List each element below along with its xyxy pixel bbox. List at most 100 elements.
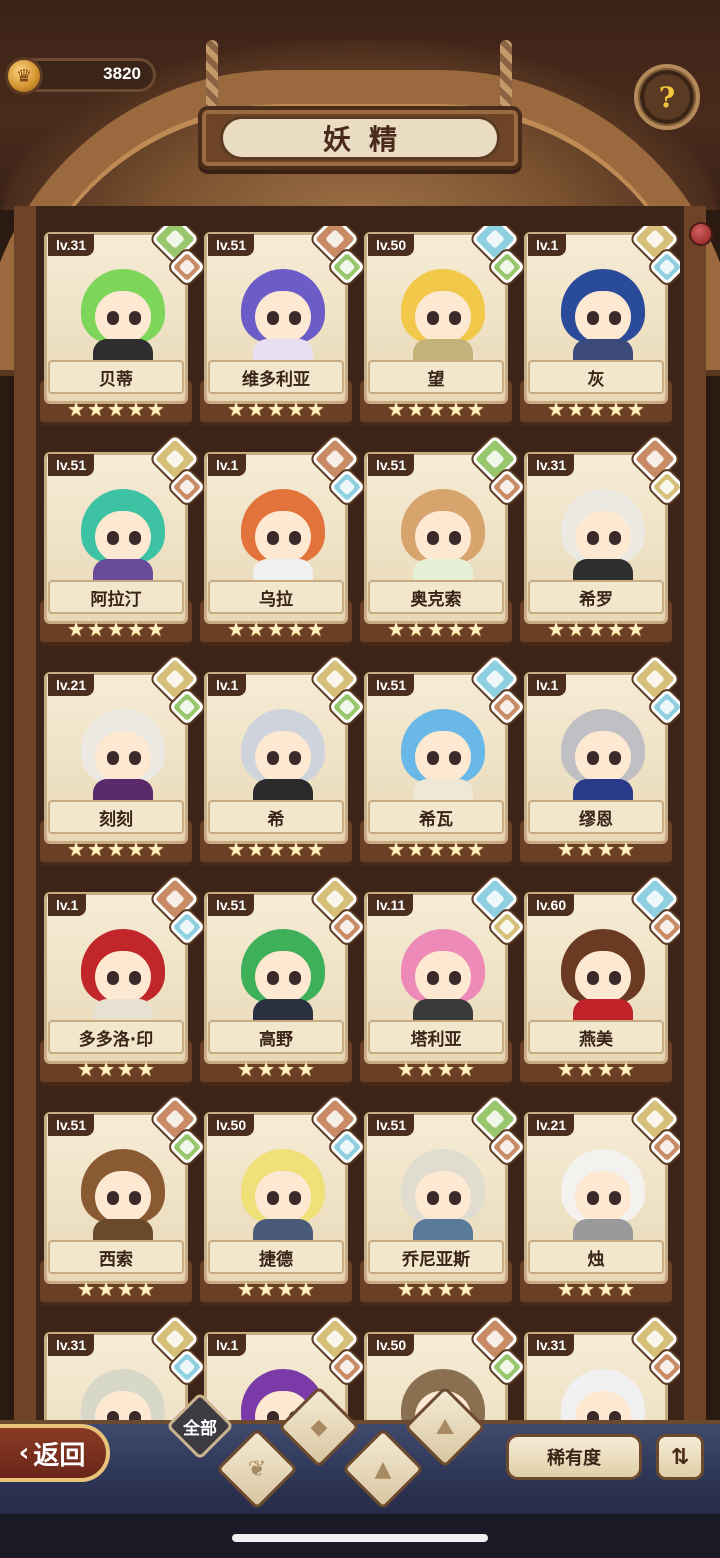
fairy-card[interactable]: lv.1 希 ★ ★ ★ ★ ★ bbox=[200, 654, 366, 868]
fairy-portrait bbox=[73, 923, 173, 1027]
star-icon: ★ bbox=[126, 397, 145, 421]
fairy-portrait bbox=[393, 923, 493, 1027]
star-icon: ★ bbox=[567, 397, 586, 421]
star-icon: ★ bbox=[227, 837, 246, 861]
star-rating: ★ ★ ★ ★ ★ bbox=[360, 616, 512, 642]
star-icon: ★ bbox=[67, 837, 86, 861]
fairy-card[interactable]: lv.1 乌拉 ★ ★ ★ ★ ★ bbox=[200, 434, 366, 648]
fairy-card[interactable]: lv.51 阿拉汀 ★ ★ ★ ★ ★ bbox=[40, 434, 206, 648]
star-icon: ★ bbox=[117, 1277, 135, 1301]
fairy-portrait bbox=[553, 703, 653, 807]
fairy-name: 希罗 bbox=[528, 580, 664, 614]
fairy-card[interactable]: lv.51 高野 ★ ★ ★ ★ bbox=[200, 874, 366, 1088]
star-icon: ★ bbox=[616, 1277, 635, 1301]
level-badge: lv.51 bbox=[368, 674, 415, 696]
fairy-card[interactable]: lv.1 多多洛·印 ★ ★ ★ ★ bbox=[40, 874, 206, 1088]
fairy-card[interactable]: lv.31 希罗 ★ ★ ★ ★ ★ bbox=[520, 434, 680, 648]
star-icon: ★ bbox=[437, 1057, 455, 1081]
star-icon: ★ bbox=[267, 397, 285, 421]
help-button[interactable]: ? bbox=[634, 64, 700, 130]
star-icon: ★ bbox=[306, 617, 325, 641]
star-icon: ★ bbox=[626, 397, 645, 421]
star-icon: ★ bbox=[387, 617, 406, 641]
star-icon: ★ bbox=[247, 617, 266, 641]
fairy-card[interactable]: lv.51 奥克索 ★ ★ ★ ★ ★ bbox=[360, 434, 526, 648]
chevron-left-icon: ‹ bbox=[18, 1438, 30, 1468]
star-icon: ★ bbox=[227, 617, 246, 641]
star-icon: ★ bbox=[146, 397, 165, 421]
star-icon: ★ bbox=[126, 837, 145, 861]
star-icon: ★ bbox=[616, 1057, 635, 1081]
fairy-name: 灰 bbox=[528, 360, 664, 394]
star-icon: ★ bbox=[466, 397, 485, 421]
star-icon: ★ bbox=[117, 1057, 135, 1081]
fairy-portrait bbox=[553, 263, 653, 367]
star-icon: ★ bbox=[267, 617, 285, 641]
fairy-card[interactable]: lv.51 维多利亚 ★ ★ ★ ★ ★ bbox=[200, 226, 366, 428]
star-rating: ★ ★ ★ ★ ★ bbox=[200, 616, 352, 642]
star-icon: ★ bbox=[286, 397, 305, 421]
star-icon: ★ bbox=[397, 1277, 416, 1301]
rarity-sort-button[interactable]: 稀有度 bbox=[506, 1434, 642, 1480]
level-badge: lv.1 bbox=[208, 674, 247, 696]
level-badge: lv.11 bbox=[368, 894, 414, 916]
star-rating: ★ ★ ★ ★ bbox=[520, 1056, 672, 1082]
fairy-card[interactable]: lv.11 塔利亚 ★ ★ ★ ★ bbox=[360, 874, 526, 1088]
fairy-card[interactable]: lv.60 燕美 ★ ★ ★ ★ bbox=[520, 874, 680, 1088]
star-icon: ★ bbox=[277, 1057, 295, 1081]
back-button[interactable]: ‹ 返回 bbox=[0, 1424, 110, 1482]
fairy-card[interactable]: lv.31 bbox=[520, 1314, 680, 1426]
fairy-card[interactable]: lv.50 捷德 ★ ★ ★ ★ bbox=[200, 1094, 366, 1308]
star-icon: ★ bbox=[427, 397, 445, 421]
fairy-name: 希 bbox=[208, 800, 344, 834]
fairy-card[interactable]: lv.51 希瓦 ★ ★ ★ ★ ★ bbox=[360, 654, 526, 868]
fairy-portrait bbox=[393, 263, 493, 367]
earth-filter-icon: ▲ bbox=[374, 1456, 392, 1482]
fairy-card[interactable]: lv.21 烛 ★ ★ ★ ★ bbox=[520, 1094, 680, 1308]
fairy-name: 维多利亚 bbox=[208, 360, 344, 394]
fairy-grid: lv.31 贝蒂 ★★★★★ lv.51 维多利亚 ★★★★★ bbox=[40, 226, 680, 1426]
star-icon: ★ bbox=[446, 617, 465, 641]
star-icon: ★ bbox=[77, 1277, 96, 1301]
star-icon: ★ bbox=[577, 1057, 595, 1081]
star-icon: ★ bbox=[547, 397, 566, 421]
fairy-name: 乌拉 bbox=[208, 580, 344, 614]
tab-all-label: 全部 bbox=[183, 1419, 217, 1439]
home-indicator bbox=[232, 1534, 488, 1542]
fairy-card[interactable]: lv.1 灰 ★ ★ ★ ★ ★ bbox=[520, 226, 680, 428]
level-badge: lv.21 bbox=[528, 1114, 575, 1136]
star-rating: ★ ★ ★ ★ bbox=[200, 1056, 352, 1082]
fairy-card[interactable]: lv.51 乔尼亚斯 ★ ★ ★ ★ bbox=[360, 1094, 526, 1308]
star-icon: ★ bbox=[107, 617, 125, 641]
star-rating: ★ ★ ★ ★ bbox=[360, 1056, 512, 1082]
fairy-card[interactable]: lv.51 西索 ★ ★ ★ ★ bbox=[40, 1094, 206, 1308]
tab-all[interactable]: 全部 bbox=[164, 1392, 236, 1460]
fairy-card[interactable]: lv.31 贝蒂 ★ ★ ★ ★ ★ bbox=[40, 226, 206, 428]
star-icon: ★ bbox=[267, 837, 285, 861]
fairy-name: 奥克索 bbox=[368, 580, 504, 614]
star-icon: ★ bbox=[306, 837, 325, 861]
sort-order-button[interactable]: ⇅ bbox=[656, 1434, 704, 1480]
fire-filter-icon: ⛰ bbox=[435, 1414, 455, 1440]
fairy-card[interactable]: lv.50 望 ★ ★ ★ ★ ★ bbox=[360, 226, 526, 428]
scroll-knob[interactable] bbox=[689, 222, 713, 246]
level-badge: lv.51 bbox=[48, 454, 95, 476]
star-rating: ★ ★ ★ ★ ★ bbox=[360, 396, 512, 422]
star-icon: ★ bbox=[237, 1277, 256, 1301]
star-icon: ★ bbox=[557, 1057, 576, 1081]
fairy-portrait bbox=[73, 1143, 173, 1247]
fairy-card[interactable]: lv.1 缪恩 ★ ★ ★ ★ bbox=[520, 654, 680, 868]
star-rating: ★ ★ ★ ★ ★ bbox=[520, 396, 672, 422]
level-badge: lv.31 bbox=[528, 1334, 575, 1356]
star-rating: ★ ★ ★ ★ bbox=[200, 1276, 352, 1302]
fairy-name: 望 bbox=[368, 360, 504, 394]
star-icon: ★ bbox=[227, 397, 246, 421]
fairy-card[interactable]: lv.21 刻刻 ★ ★ ★ ★ ★ bbox=[40, 654, 206, 868]
fairy-portrait bbox=[393, 703, 493, 807]
star-icon: ★ bbox=[437, 1277, 455, 1301]
star-icon: ★ bbox=[417, 1277, 435, 1301]
level-badge: lv.1 bbox=[528, 234, 567, 256]
star-rating: ★ ★ ★ ★ ★ bbox=[200, 396, 352, 422]
level-badge: lv.50 bbox=[368, 234, 415, 256]
star-icon: ★ bbox=[567, 617, 586, 641]
